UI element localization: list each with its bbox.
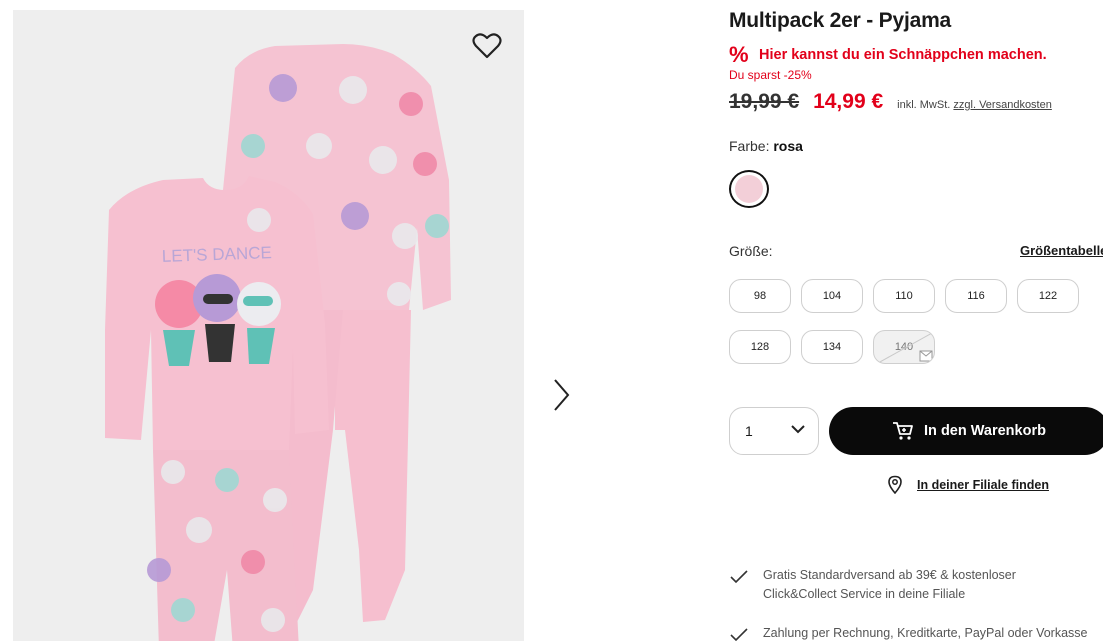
current-price: 14,99 €: [813, 90, 884, 113]
deal-text: Hier kannst du ein Schnäppchen machen.: [759, 47, 1047, 63]
product-image-text: LET'S DANCE: [162, 243, 273, 266]
find-in-store-link[interactable]: In deiner Filiale finden: [887, 475, 1049, 494]
mail-notify-icon: [919, 350, 933, 362]
deal-banner: % Hier kannst du ein Schnäppchen machen.: [729, 44, 1047, 66]
benefit-text: Gratis Standardversand ab 39€ & kostenlo…: [763, 566, 1016, 604]
color-swatch-rosa[interactable]: [729, 170, 769, 208]
size-table-link[interactable]: Größentabelle: [1020, 243, 1103, 258]
color-label-text: Farbe:: [729, 138, 770, 154]
color-value: rosa: [773, 138, 803, 154]
shipping-costs-link[interactable]: zzgl. Versandkosten: [953, 99, 1051, 111]
size-option-122[interactable]: 122: [1017, 279, 1079, 313]
percent-icon: %: [729, 42, 749, 67]
size-option-104[interactable]: 104: [801, 279, 863, 313]
product-image: LET'S DANCE: [105, 44, 451, 641]
size-option-128[interactable]: 128: [729, 330, 791, 364]
find-in-store-label: In deiner Filiale finden: [917, 477, 1049, 492]
chevron-right-icon[interactable]: [548, 376, 574, 414]
quantity-select[interactable]: 1: [729, 407, 819, 455]
cart-icon: [893, 422, 913, 440]
benefit-payment: Zahlung per Rechnung, Kreditkarte, PayPa…: [729, 624, 1088, 641]
swatch-fill: [735, 175, 763, 203]
size-option-98[interactable]: 98: [729, 279, 791, 313]
color-label: Farbe: rosa: [729, 138, 803, 154]
benefit-line-1: Gratis Standardversand ab 39€ & kostenlo…: [763, 568, 1016, 582]
front-graphic: [155, 274, 281, 366]
size-option-116[interactable]: 116: [945, 279, 1007, 313]
size-option-140-unavailable[interactable]: 140: [873, 330, 935, 364]
old-price: 19,99 €: [729, 90, 800, 113]
benefit-line-2: Click&Collect Service in deine Filiale: [763, 587, 966, 601]
benefit-text: Zahlung per Rechnung, Kreditkarte, PayPa…: [763, 624, 1088, 641]
size-option-140-label: 140: [894, 341, 914, 353]
benefit-line-1: Zahlung per Rechnung, Kreditkarte, PayPa…: [763, 626, 1088, 640]
check-icon: [730, 570, 748, 584]
size-option-110[interactable]: 110: [873, 279, 935, 313]
price-row: 19,99 € 14,99 € inkl. MwSt. zzgl. Versan…: [729, 90, 1052, 114]
product-title: Multipack 2er - Pyjama: [729, 9, 952, 32]
benefit-free-shipping: Gratis Standardversand ab 39€ & kostenlo…: [729, 566, 1016, 604]
quantity-value: 1: [745, 423, 753, 439]
add-to-cart-button[interactable]: In den Warenkorb: [829, 407, 1103, 455]
heart-icon[interactable]: [472, 32, 502, 60]
vat-note: inkl. MwSt. zzgl. Versandkosten: [897, 99, 1052, 111]
size-option-134[interactable]: 134: [801, 330, 863, 364]
size-label: Größe:: [729, 243, 773, 259]
product-info-panel: Multipack 2er - Pyjama % Hier kannst du …: [729, 0, 1103, 641]
check-icon: [730, 628, 748, 641]
chevron-down-icon: [791, 425, 805, 434]
vat-prefix: inkl. MwSt.: [897, 99, 951, 111]
savings-text: Du sparst -25%: [729, 68, 812, 82]
add-to-cart-label: In den Warenkorb: [924, 423, 1046, 439]
product-image-gallery[interactable]: LET'S DANCE: [13, 10, 524, 641]
location-pin-icon: [888, 475, 902, 494]
